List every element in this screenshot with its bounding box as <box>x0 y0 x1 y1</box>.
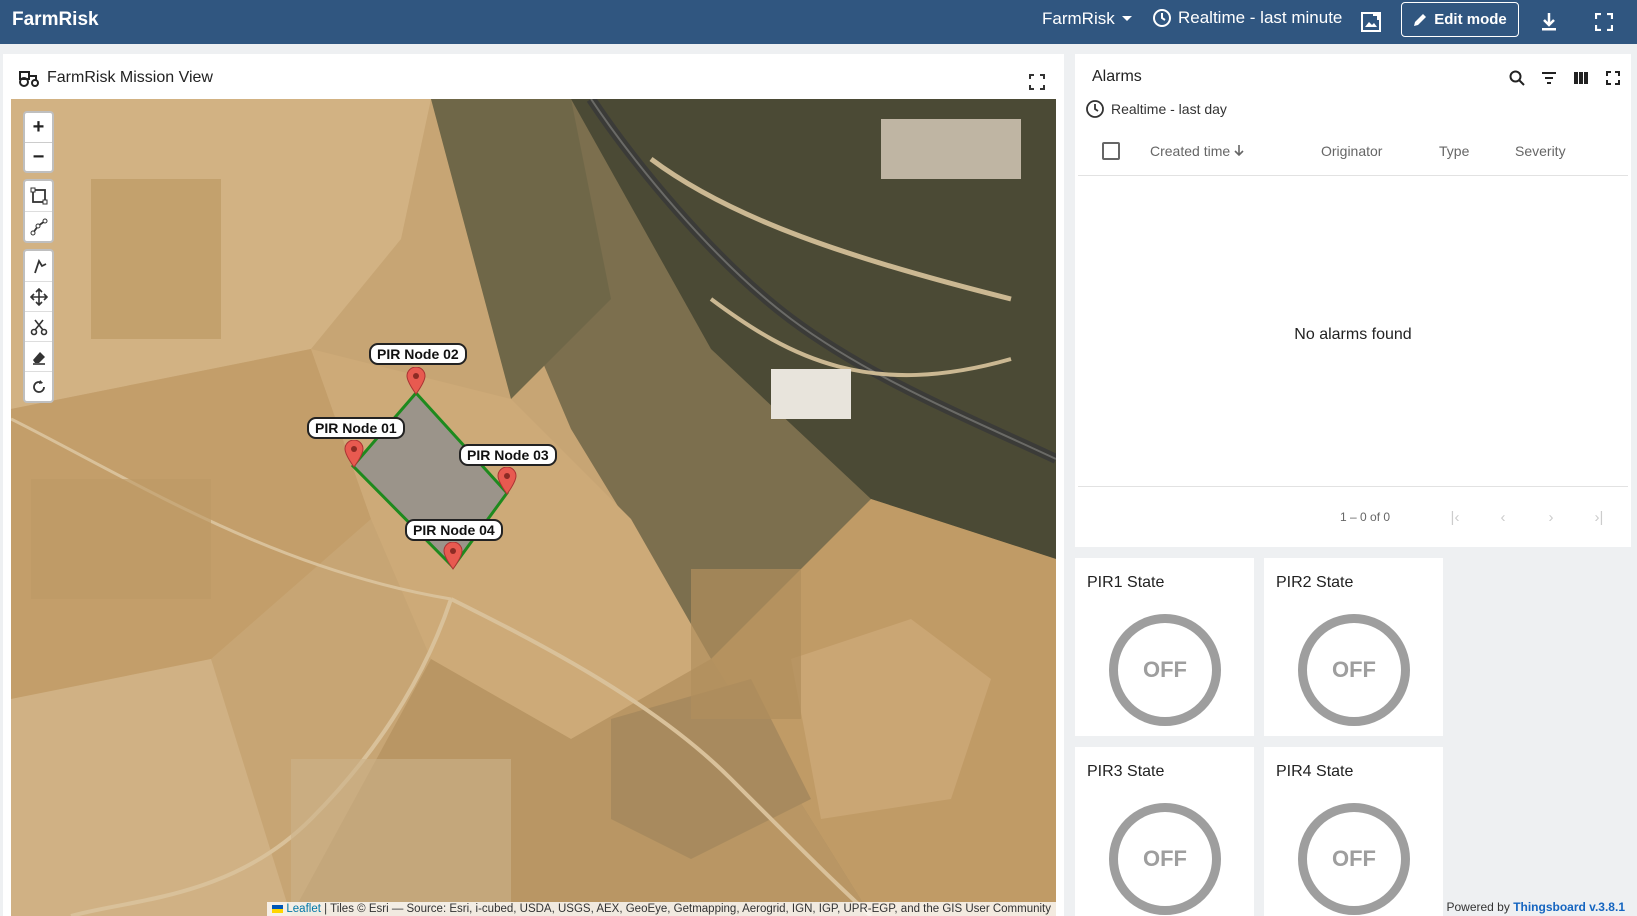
previous-page-icon[interactable]: ‹ <box>1489 503 1517 531</box>
page-range-label: 1 – 0 of 0 <box>1340 510 1391 524</box>
alarms-paginator: 1 – 0 of 0 |‹ ‹ › ›| <box>1078 486 1628 546</box>
select-all-checkbox[interactable] <box>1102 142 1120 160</box>
eraser-icon[interactable] <box>25 341 52 371</box>
pir-card-title: PIR3 State <box>1087 763 1165 780</box>
cut-scissors-icon[interactable] <box>25 311 52 341</box>
timewindow-button[interactable]: Realtime - last minute <box>1152 8 1342 28</box>
alarms-timewindow[interactable]: Realtime - last day <box>1085 99 1227 119</box>
column-created-time[interactable]: Created time <box>1150 143 1244 159</box>
map-marker-icon[interactable] <box>443 542 463 570</box>
pir-state-indicator[interactable]: OFF <box>1298 803 1410 915</box>
top-toolbar: FarmRisk FarmRisk Realtime - last minute… <box>0 0 1637 44</box>
thingsboard-link[interactable]: Thingsboard v.3.8.1 <box>1513 900 1625 914</box>
satellite-imagery <box>11 99 1056 916</box>
drag-move-icon[interactable] <box>25 281 52 311</box>
alarms-toolbar <box>1507 68 1623 88</box>
fullscreen-icon[interactable] <box>1603 68 1623 88</box>
leaflet-link[interactable]: Leaflet <box>286 903 321 915</box>
filter-icon[interactable] <box>1539 68 1559 88</box>
tractor-icon <box>19 71 39 87</box>
pencil-icon <box>1414 14 1427 26</box>
pir-card-title: PIR1 State <box>1087 574 1165 591</box>
image-export-icon[interactable] <box>1357 8 1385 36</box>
draw-rectangle-icon[interactable] <box>25 181 52 211</box>
pir2-state-card: PIR2 State OFF <box>1264 558 1443 736</box>
pir-state-indicator[interactable]: OFF <box>1109 614 1221 726</box>
pir1-state-card: PIR1 State OFF <box>1075 558 1254 736</box>
column-severity[interactable]: Severity <box>1515 143 1566 159</box>
draw-polygon-icon[interactable] <box>25 211 52 241</box>
map-widget-header: FarmRisk Mission View <box>18 69 213 87</box>
alarms-title: Alarms <box>1092 68 1142 85</box>
pir-state-indicator[interactable]: OFF <box>1109 803 1221 915</box>
column-created-time-label: Created time <box>1150 143 1231 159</box>
next-page-icon[interactable]: › <box>1537 503 1565 531</box>
pir4-state-card: PIR4 State OFF <box>1264 747 1443 916</box>
marker-label-pir-node-02[interactable]: PIR Node 02 <box>369 343 467 365</box>
alarms-table-header: Created time Originator Type Severity <box>1078 128 1628 176</box>
arrow-down-icon <box>1234 145 1244 157</box>
attribution-text: | Tiles © Esri — Source: Esri, i-cubed, … <box>324 903 1051 915</box>
edit-mode-label: Edit mode <box>1434 11 1507 28</box>
edit-mode-button[interactable]: Edit mode <box>1401 2 1519 37</box>
columns-icon[interactable] <box>1571 68 1591 88</box>
pir-state-indicator[interactable]: OFF <box>1298 614 1410 726</box>
dashboard-selector-label: FarmRisk <box>1042 9 1115 28</box>
map-attribution: Leaflet | Tiles © Esri — Source: Esri, i… <box>267 902 1056 916</box>
app-brand[interactable]: FarmRisk <box>12 9 99 31</box>
fullscreen-icon[interactable] <box>1590 8 1618 36</box>
marker-label-pir-node-04[interactable]: PIR Node 04 <box>405 519 503 541</box>
marker-label-pir-node-01[interactable]: PIR Node 01 <box>307 417 405 439</box>
powered-by-footer: Powered by Thingsboard v.3.8.1 <box>1446 900 1625 914</box>
satellite-map[interactable]: + − PIR Node 02 PIR Node 01 PIR Node 03 … <box>11 99 1056 916</box>
zoom-out-button[interactable]: − <box>25 142 52 171</box>
column-type[interactable]: Type <box>1439 143 1469 159</box>
column-originator[interactable]: Originator <box>1321 143 1382 159</box>
ukraine-flag-icon <box>272 904 284 913</box>
clock-icon <box>1086 100 1104 118</box>
timewindow-label: Realtime - last minute <box>1178 8 1343 27</box>
alarms-widget: Alarms Realtime - last day Created time … <box>1075 54 1631 547</box>
empty-state-message: No alarms found <box>1294 326 1412 343</box>
powered-by-label: Powered by <box>1446 900 1510 914</box>
first-page-icon[interactable]: |‹ <box>1441 503 1469 531</box>
pir-card-title: PIR2 State <box>1276 574 1354 591</box>
last-page-icon[interactable]: ›| <box>1585 503 1613 531</box>
map-marker-icon[interactable] <box>497 467 517 495</box>
expand-icon[interactable] <box>1029 74 1045 90</box>
map-marker-icon[interactable] <box>406 367 426 395</box>
draw-shape-toolbar <box>23 179 54 243</box>
search-icon[interactable] <box>1507 68 1527 88</box>
rotate-icon[interactable] <box>25 371 52 401</box>
pir3-state-card: PIR3 State OFF <box>1075 747 1254 916</box>
alarms-timewindow-label: Realtime - last day <box>1111 101 1227 117</box>
zoom-in-button[interactable]: + <box>25 113 52 142</box>
zoom-control: + − <box>23 111 54 173</box>
map-widget: FarmRisk Mission View + − PIR Node 02 PI… <box>3 54 1064 916</box>
edit-vertices-icon[interactable] <box>25 251 52 281</box>
map-marker-icon[interactable] <box>344 440 364 468</box>
pir-card-title: PIR4 State <box>1276 763 1354 780</box>
clock-icon <box>1153 9 1171 27</box>
map-widget-title: FarmRisk Mission View <box>47 69 213 86</box>
edit-shape-toolbar <box>23 249 54 403</box>
chevron-down-icon <box>1121 16 1132 21</box>
download-icon[interactable] <box>1535 8 1563 36</box>
marker-label-pir-node-03[interactable]: PIR Node 03 <box>459 444 557 466</box>
dashboard-selector[interactable]: FarmRisk <box>1042 9 1133 29</box>
